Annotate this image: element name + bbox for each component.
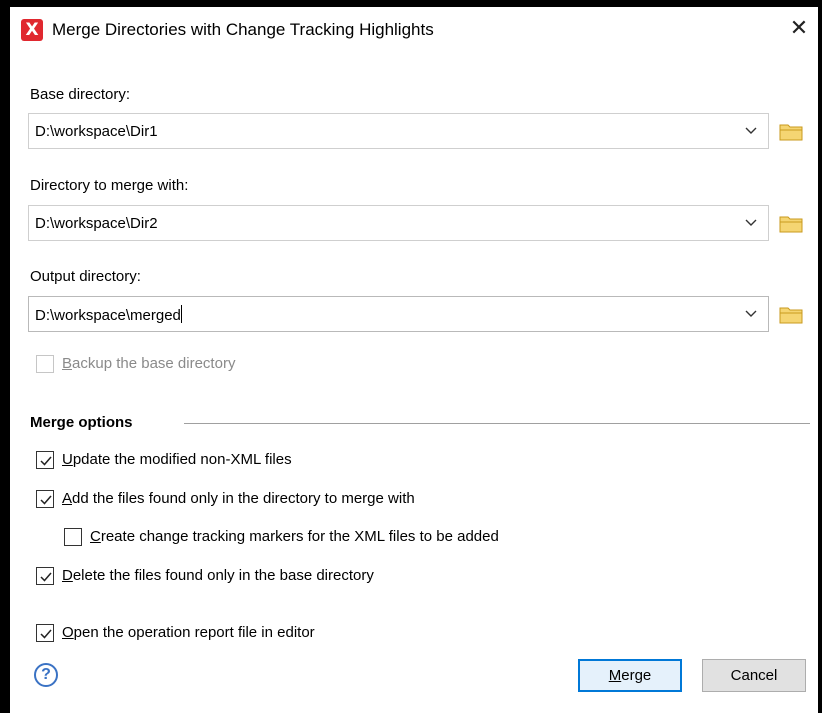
- merge-with-label: Directory to merge with:: [30, 177, 189, 194]
- cancel-button[interactable]: Cancel: [702, 659, 806, 692]
- open-report-label: Open the operation report file in editor: [62, 624, 315, 641]
- window-frame-right: [818, 0, 822, 713]
- update-non-xml-label: Update the modified non-XML files: [62, 451, 292, 468]
- update-non-xml-checkbox[interactable]: [36, 451, 54, 469]
- browse-folder-icon[interactable]: [779, 123, 803, 141]
- chevron-down-icon[interactable]: [744, 120, 758, 140]
- output-directory-combo[interactable]: D:\workspace\merged: [28, 296, 769, 332]
- delete-files-checkbox[interactable]: [36, 567, 54, 585]
- merge-with-combo[interactable]: D:\workspace\Dir2: [28, 205, 769, 241]
- delete-files-label: Delete the files found only in the base …: [62, 567, 374, 584]
- chevron-down-icon[interactable]: [744, 303, 758, 323]
- browse-folder-icon[interactable]: [779, 306, 803, 324]
- window-frame-top: [0, 0, 822, 7]
- merge-button[interactable]: Merge: [578, 659, 682, 692]
- base-directory-combo[interactable]: D:\workspace\Dir1: [28, 113, 769, 149]
- window-frame-left: [0, 0, 10, 713]
- add-files-checkbox[interactable]: [36, 490, 54, 508]
- close-button[interactable]: ✕: [784, 14, 814, 44]
- dialog-title: Merge Directories with Change Tracking H…: [52, 20, 434, 39]
- change-tracking-markers-checkbox[interactable]: [64, 528, 82, 546]
- merge-with-value[interactable]: D:\workspace\Dir2: [35, 214, 158, 234]
- section-divider: [184, 423, 810, 424]
- backup-label: Backup the base directory: [62, 355, 236, 372]
- add-files-label: Add the files found only in the director…: [62, 490, 415, 507]
- backup-checkbox[interactable]: [36, 355, 54, 373]
- change-tracking-markers-label: Create change tracking markers for the X…: [90, 528, 499, 545]
- output-directory-value[interactable]: D:\workspace\merged: [35, 305, 182, 326]
- output-directory-label: Output directory:: [30, 268, 141, 285]
- help-icon[interactable]: ?: [34, 663, 58, 687]
- app-logo-icon: X: [21, 19, 43, 41]
- chevron-down-icon[interactable]: [744, 212, 758, 232]
- browse-folder-icon[interactable]: [779, 215, 803, 233]
- merge-options-title: Merge options: [30, 414, 133, 431]
- base-directory-label: Base directory:: [30, 86, 131, 103]
- base-directory-value[interactable]: D:\workspace\Dir1: [35, 122, 158, 142]
- open-report-checkbox[interactable]: [36, 624, 54, 642]
